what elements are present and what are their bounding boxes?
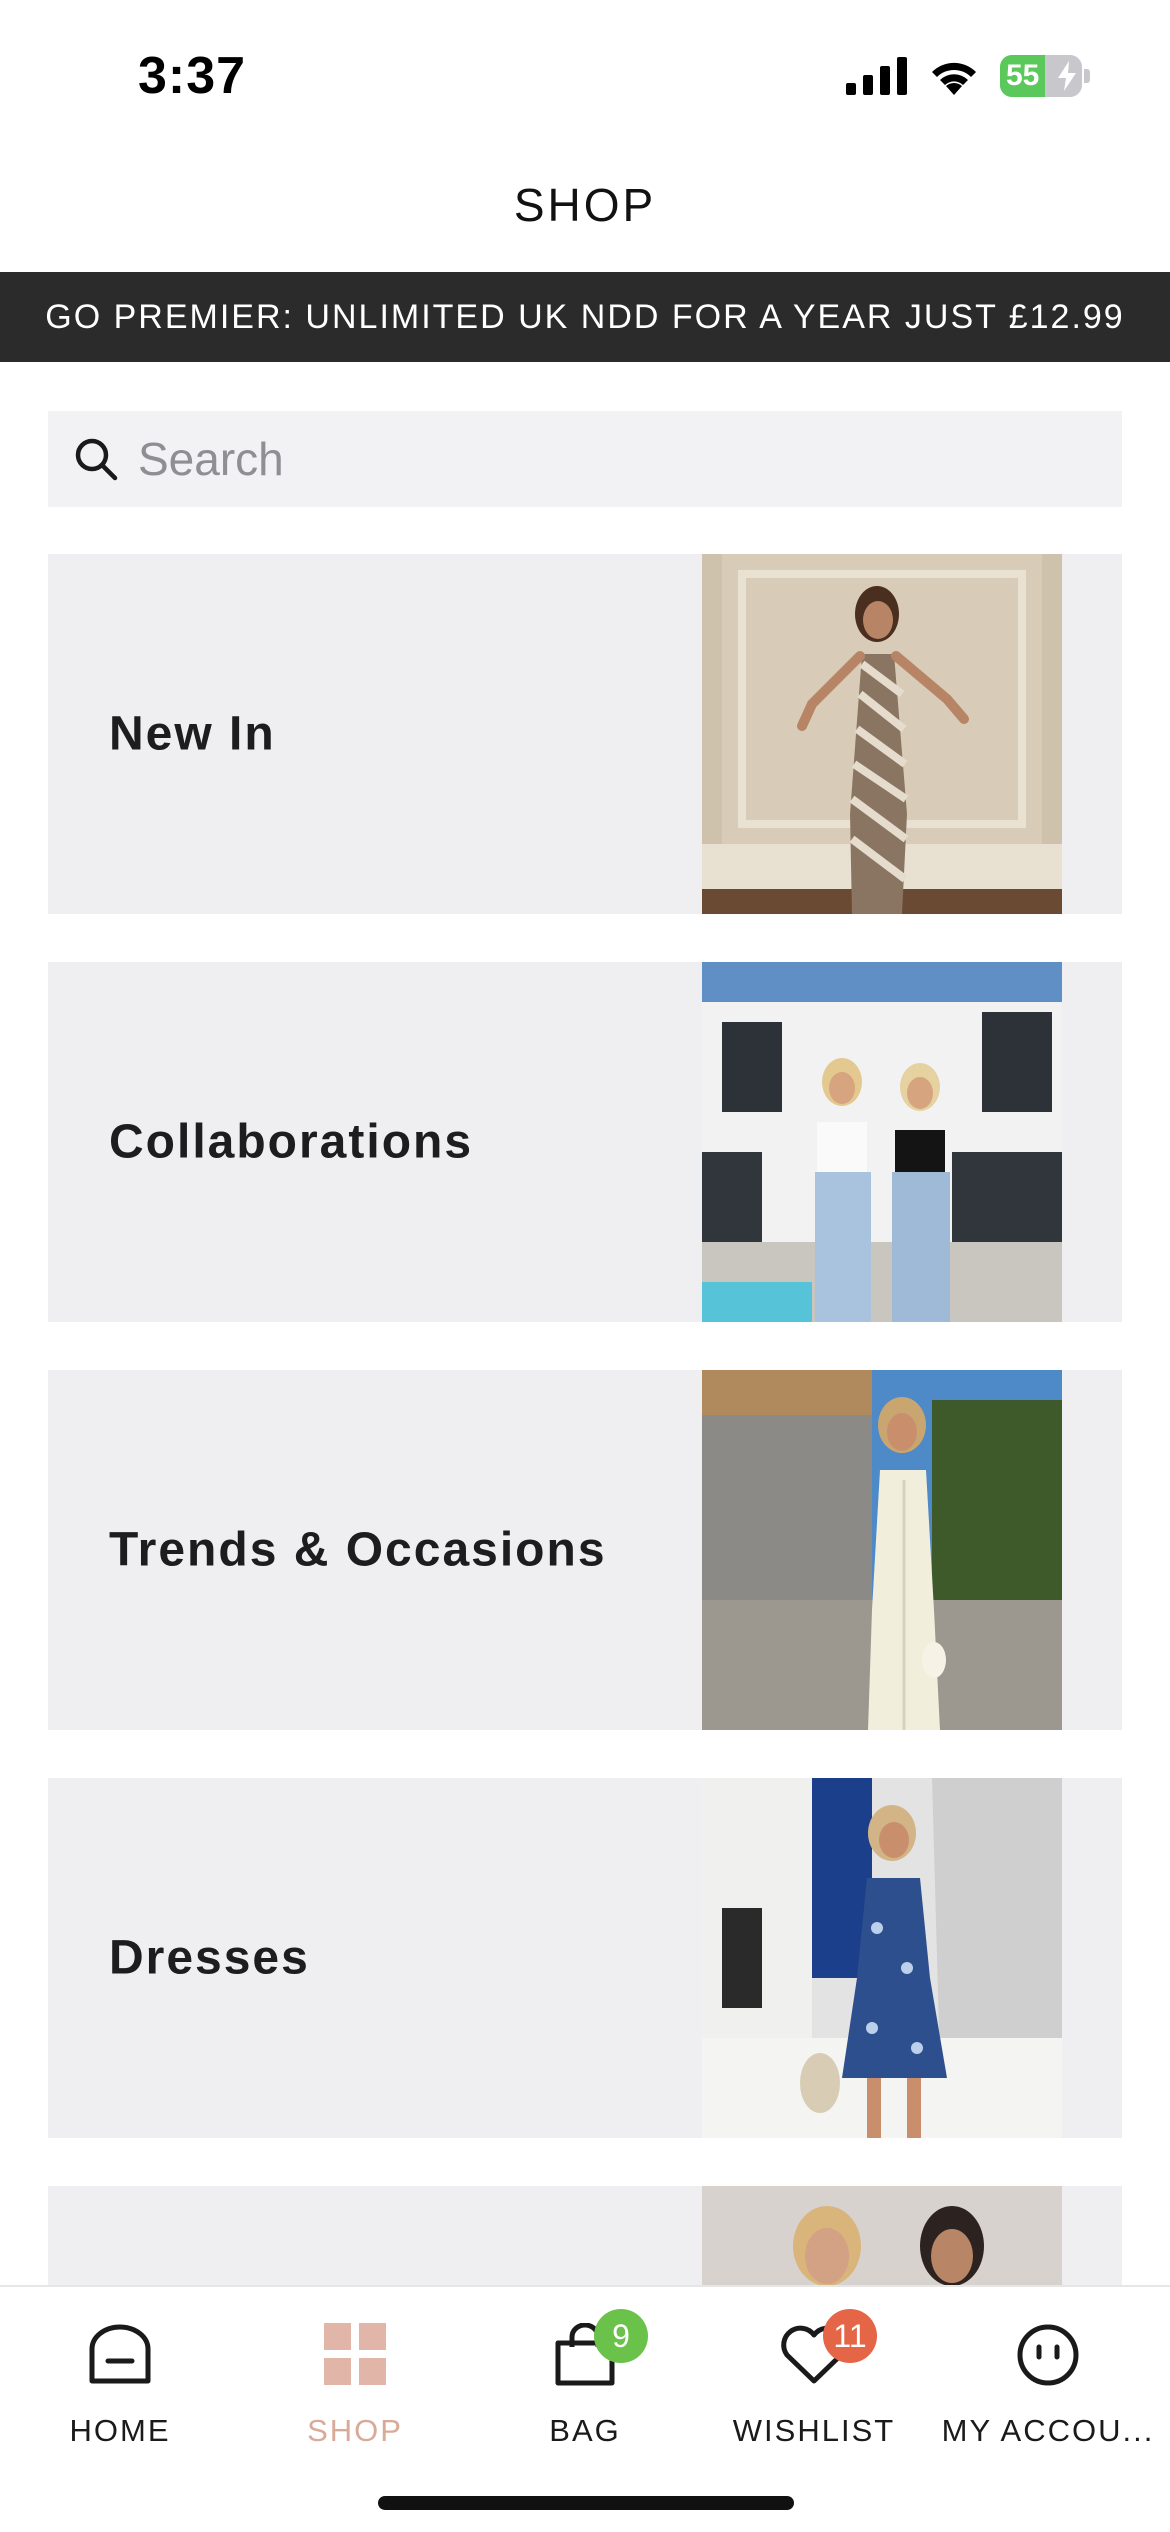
status-time: 3:37 — [138, 47, 247, 105]
status-icons: 55 — [846, 54, 1090, 98]
bag-icon: 9 — [540, 2309, 648, 2393]
account-icon — [1003, 2323, 1093, 2393]
search-bar[interactable] — [48, 411, 1122, 507]
bag-count-badge: 9 — [594, 2309, 648, 2363]
tab-my-account[interactable]: MY ACCOU... — [931, 2287, 1165, 2467]
tab-label: WISHLIST — [732, 2413, 896, 2448]
page-title: SHOP — [513, 179, 657, 231]
tab-label: MY ACCOU... — [941, 2413, 1155, 2448]
category-label: Collaborations — [109, 1115, 474, 1169]
tab-bag[interactable]: 9 BAG — [468, 2287, 702, 2467]
home-indicator — [378, 2496, 794, 2510]
tab-shop[interactable]: SHOP — [238, 2287, 472, 2467]
category-image-trends-occasions — [702, 1370, 1062, 1730]
search-icon — [75, 438, 118, 481]
category-card-new-in[interactable]: New In — [48, 554, 1122, 914]
battery-percent: 55 — [1006, 59, 1040, 92]
category-image-new-in — [702, 554, 1062, 914]
category-image-dresses — [702, 1778, 1062, 2138]
category-label: Dresses — [109, 1931, 310, 1985]
category-card-collaborations[interactable]: Collaborations — [48, 962, 1122, 1322]
home-icon — [75, 2323, 165, 2393]
category-image-collaborations — [702, 962, 1062, 1322]
tab-home[interactable]: HOME — [3, 2287, 237, 2467]
promo-banner[interactable]: GO PREMIER: UNLIMITED UK NDD FOR A YEAR … — [0, 272, 1170, 362]
battery-cap — [1084, 69, 1090, 83]
tab-wishlist[interactable]: 11 WISHLIST — [697, 2287, 931, 2467]
category-label: New In — [109, 707, 276, 761]
grid-icon — [310, 2323, 400, 2393]
cellular-signal-icon — [846, 57, 907, 95]
charging-bolt-icon — [1058, 61, 1076, 91]
tab-label: HOME — [69, 2413, 171, 2448]
category-list: New In Collaborations Trends & Occasions… — [48, 554, 1122, 2532]
status-bar: 3:37 55 — [0, 0, 1170, 140]
tab-bar: HOME SHOP 9 BAG 11 WISHLIST MY ACCOU... — [0, 2285, 1170, 2532]
wishlist-count-badge: 11 — [823, 2309, 877, 2363]
battery-indicator: 55 — [1000, 55, 1082, 97]
tab-label: SHOP — [307, 2413, 403, 2448]
category-label: Trends & Occasions — [109, 1523, 607, 1577]
tab-label: BAG — [549, 2413, 621, 2448]
promo-text: GO PREMIER: UNLIMITED UK NDD FOR A YEAR … — [45, 297, 1125, 336]
heart-icon: 11 — [769, 2309, 877, 2393]
search-input[interactable] — [138, 432, 1038, 486]
category-card-dresses[interactable]: Dresses — [48, 1778, 1122, 2138]
wifi-icon — [932, 62, 976, 95]
category-card-trends-occasions[interactable]: Trends & Occasions — [48, 1370, 1122, 1730]
